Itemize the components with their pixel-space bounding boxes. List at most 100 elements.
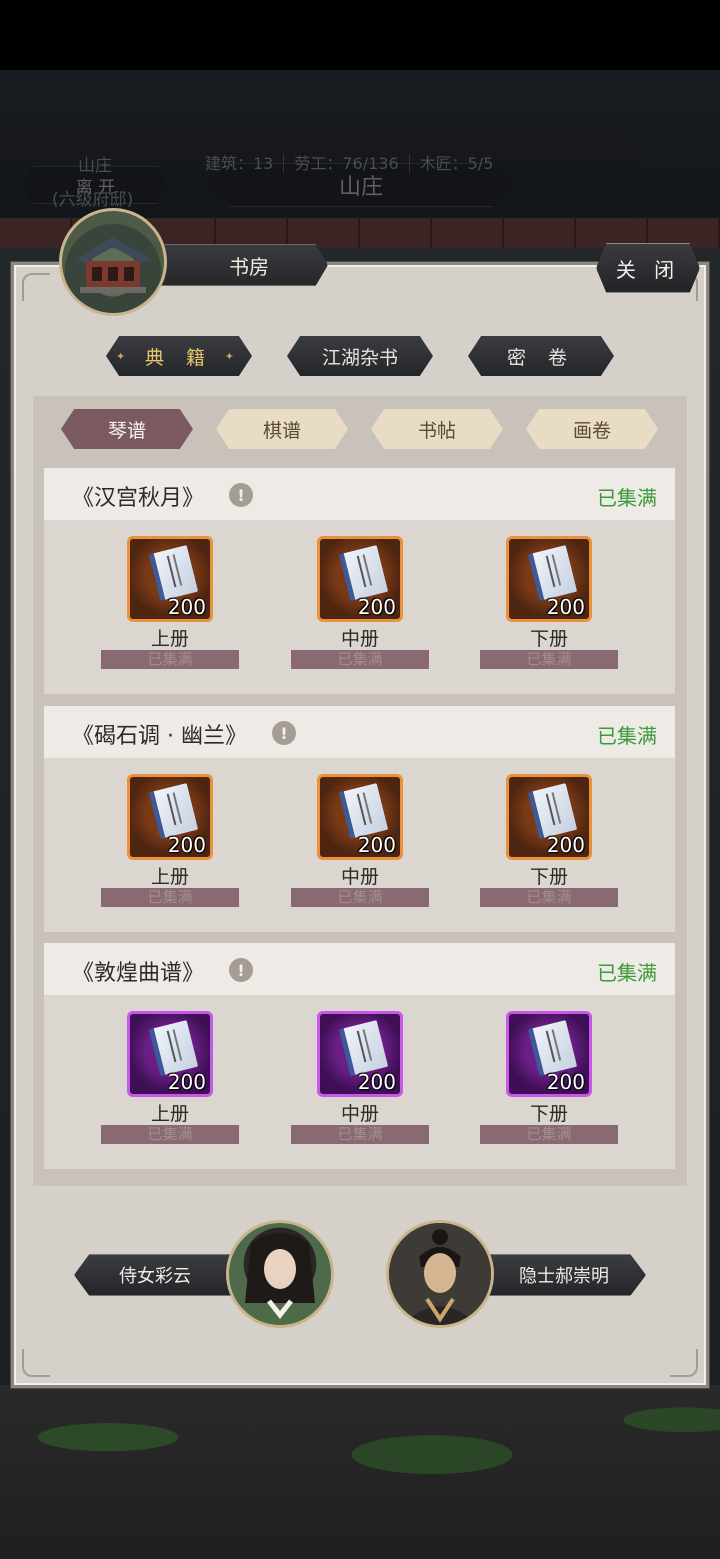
corner-ornament xyxy=(22,273,50,301)
section-header: 《敦煌曲谱》 ! 已集满 xyxy=(44,943,675,995)
courtyard-background xyxy=(0,1385,720,1559)
item-count: 200 xyxy=(357,833,396,857)
volume-label: 上册 xyxy=(150,1103,189,1125)
dialog-title: 书房 xyxy=(150,244,328,286)
estate-name: 山庄 xyxy=(78,156,112,176)
section-status: 已集满 xyxy=(597,961,657,985)
item-count: 200 xyxy=(357,1070,396,1094)
section-title: 《汉宫秋月》 xyxy=(72,486,205,511)
item-slot[interactable]: 200 xyxy=(317,774,403,860)
volume-label: 中册 xyxy=(340,1103,379,1125)
volume-label: 下册 xyxy=(529,1103,568,1125)
volume-status-bar: 已集满 xyxy=(101,1125,239,1144)
section-status: 已集满 xyxy=(597,724,657,748)
book-section: 《敦煌曲谱》 ! 已集满 200 上册 已集满 200 中册 已集满 200 下… xyxy=(44,943,675,1169)
section-title: 《敦煌曲谱》 xyxy=(72,961,205,986)
volume-label: 中册 xyxy=(340,628,379,650)
tab-classics[interactable]: ✦ 典 籍 ✦ xyxy=(106,336,252,376)
book-icon xyxy=(527,1019,578,1077)
item-count: 200 xyxy=(167,1070,206,1094)
volume-label: 下册 xyxy=(529,628,568,650)
tab-secret-scrolls-label: 密 卷 xyxy=(506,346,576,369)
item-count: 200 xyxy=(546,1070,585,1094)
section-title: 《碣石调 · 幽兰》 xyxy=(72,724,247,749)
character-maid-portrait[interactable] xyxy=(226,1220,334,1328)
close-button[interactable]: 关 闭 xyxy=(596,243,700,293)
book-icon xyxy=(338,782,389,840)
corner-ornament xyxy=(670,1349,698,1377)
tab-jianghu-books-label: 江湖杂书 xyxy=(321,346,398,369)
subtab-qin-scores[interactable]: 琴谱 xyxy=(61,409,193,449)
book-icon xyxy=(527,544,578,602)
volume-item[interactable]: 200 中册 已集满 xyxy=(291,997,429,1147)
volume-status-bar: 已集满 xyxy=(480,650,618,669)
tab-ornament-icon: ✦ xyxy=(224,350,242,363)
volume-label: 中册 xyxy=(340,866,379,888)
item-slot[interactable]: 200 xyxy=(506,774,592,860)
volume-item[interactable]: 200 上册 已集满 xyxy=(101,760,239,910)
character-hermit-portrait[interactable] xyxy=(386,1220,494,1328)
book-icon xyxy=(148,544,199,602)
volume-label: 下册 xyxy=(529,866,568,888)
item-count: 200 xyxy=(167,833,206,857)
tab-jianghu-books[interactable]: 江湖杂书 xyxy=(287,336,433,376)
section-header: 《碣石调 · 幽兰》 ! 已集满 xyxy=(44,706,675,758)
stat-buildings: 建筑：13 xyxy=(205,154,285,173)
tab-secret-scrolls[interactable]: 密 卷 xyxy=(468,336,614,376)
volume-label: 上册 xyxy=(150,866,189,888)
volume-item[interactable]: 200 上册 已集满 xyxy=(101,522,239,672)
subtab-calligraphy[interactable]: 书帖 xyxy=(371,409,503,449)
study-building-icon xyxy=(59,208,167,316)
stat-carpenters: 木匠：5/5 xyxy=(419,154,494,173)
item-slot[interactable]: 200 xyxy=(127,1011,213,1097)
item-count: 200 xyxy=(546,595,585,619)
item-slot[interactable]: 200 xyxy=(317,536,403,622)
item-count: 200 xyxy=(167,595,206,619)
book-icon xyxy=(338,1019,389,1077)
volume-item[interactable]: 200 上册 已集满 xyxy=(101,997,239,1147)
section-header: 《汉宫秋月》 ! 已集满 xyxy=(44,468,675,520)
volume-status-bar: 已集满 xyxy=(291,650,429,669)
volume-label: 上册 xyxy=(150,628,189,650)
volume-status-bar: 已集满 xyxy=(291,888,429,907)
corner-ornament xyxy=(22,1349,50,1377)
info-icon[interactable]: ! xyxy=(272,721,296,745)
volume-item[interactable]: 200 中册 已集满 xyxy=(291,522,429,672)
book-section: 《汉宫秋月》 ! 已集满 200 上册 已集满 200 中册 已集满 200 下… xyxy=(44,468,675,694)
estate-stats: 建筑：13 劳工：76/136 木匠：5/5 xyxy=(205,150,503,174)
item-slot[interactable]: 200 xyxy=(317,1011,403,1097)
volume-status-bar: 已集满 xyxy=(101,650,239,669)
tab-classics-label: 典 籍 xyxy=(144,346,214,369)
character-hermit-name: 隐士郝崇明 xyxy=(519,1266,609,1287)
book-icon xyxy=(338,544,389,602)
character-maid-name: 侍女彩云 xyxy=(119,1266,191,1287)
volume-item[interactable]: 200 中册 已集满 xyxy=(291,760,429,910)
tab-ornament-icon: ✦ xyxy=(116,350,134,363)
volume-item[interactable]: 200 下册 已集满 xyxy=(480,997,618,1147)
stat-laborers: 劳工：76/136 xyxy=(284,154,410,173)
item-count: 200 xyxy=(546,833,585,857)
info-icon[interactable]: ! xyxy=(229,483,253,507)
item-slot[interactable]: 200 xyxy=(506,536,592,622)
item-slot[interactable]: 200 xyxy=(127,536,213,622)
item-slot[interactable]: 200 xyxy=(506,1011,592,1097)
subtab-paintings[interactable]: 画卷 xyxy=(526,409,658,449)
volume-item[interactable]: 200 下册 已集满 xyxy=(480,760,618,910)
volume-status-bar: 已集满 xyxy=(480,888,618,907)
item-slot[interactable]: 200 xyxy=(127,774,213,860)
volume-status-bar: 已集满 xyxy=(101,888,239,907)
estate-header: 离 开 山庄 山庄 (六级府邸) 建筑：13 劳工：76/136 木匠：5/5 xyxy=(0,70,720,220)
volume-item[interactable]: 200 下册 已集满 xyxy=(480,522,618,672)
info-icon[interactable]: ! xyxy=(229,958,253,982)
book-section: 《碣石调 · 幽兰》 ! 已集满 200 上册 已集满 200 中册 已集满 2… xyxy=(44,706,675,932)
section-status: 已集满 xyxy=(597,486,657,510)
estate-rank: (六级府邸) xyxy=(52,190,134,210)
book-icon xyxy=(148,782,199,840)
volume-status-bar: 已集满 xyxy=(480,1125,618,1144)
book-icon xyxy=(148,1019,199,1077)
book-icon xyxy=(527,782,578,840)
item-count: 200 xyxy=(357,595,396,619)
subtab-chess-manuals[interactable]: 棋谱 xyxy=(216,409,348,449)
volume-status-bar: 已集满 xyxy=(291,1125,429,1144)
status-bar-area xyxy=(0,0,720,70)
